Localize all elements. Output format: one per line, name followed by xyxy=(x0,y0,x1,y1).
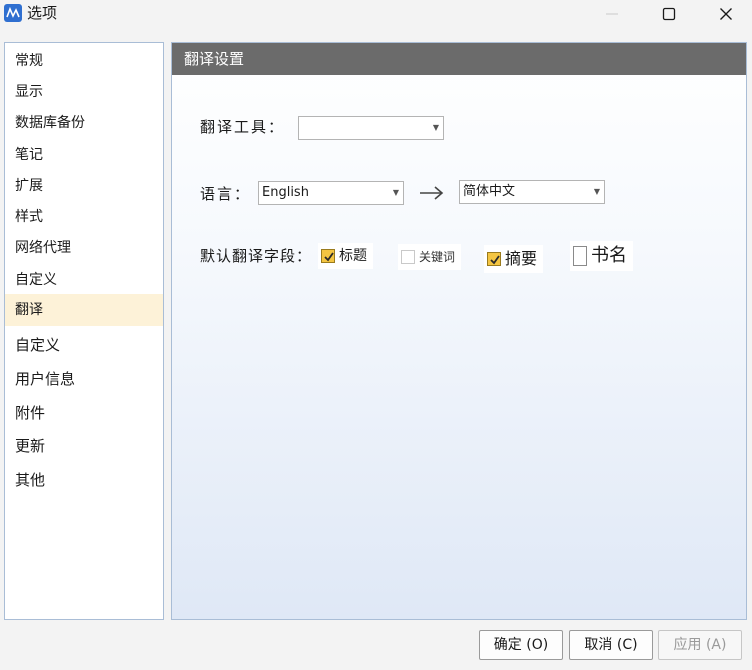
chevron-down-icon: ▼ xyxy=(432,123,439,132)
apply-button[interactable]: 应用 (A) xyxy=(658,630,742,660)
checkbox-checked-icon xyxy=(487,252,501,266)
ok-button[interactable]: 确定 (O) xyxy=(479,630,563,660)
sidebar-item-user-info[interactable]: 用户信息 xyxy=(5,363,163,395)
checkbox-checked-icon xyxy=(321,249,335,263)
app-logo-icon xyxy=(4,4,22,22)
source-language-select[interactable]: English ▼ xyxy=(258,181,404,205)
fields-label: 默认翻译字段： xyxy=(200,247,313,265)
sidebar-item-translate[interactable]: 翻译 xyxy=(5,294,163,326)
checkbox-unchecked-icon xyxy=(401,250,415,264)
close-button[interactable] xyxy=(700,0,752,28)
minimize-icon xyxy=(606,13,618,15)
language-label: 语言： xyxy=(200,185,252,203)
maximize-button[interactable] xyxy=(643,0,695,28)
tool-label: 翻译工具： xyxy=(200,118,286,136)
chevron-down-icon: ▼ xyxy=(392,188,399,197)
sidebar-item-extensions[interactable]: 扩展 xyxy=(5,170,163,202)
field-booktitle-label: 书名 xyxy=(591,245,627,266)
minimize-button[interactable] xyxy=(586,0,638,28)
sidebar-item-attachments[interactable]: 附件 xyxy=(5,397,163,429)
field-abstract-checkbox[interactable]: 摘要 xyxy=(484,245,544,273)
sidebar-item-other[interactable]: 其他 xyxy=(5,464,163,496)
translation-tool-select[interactable]: ▼ xyxy=(298,116,444,140)
sidebar-item-display[interactable]: 显示 xyxy=(5,76,163,108)
chevron-down-icon: ▼ xyxy=(593,187,600,196)
source-language-value: English xyxy=(262,185,309,200)
sidebar-item-db-backup[interactable]: 数据库备份 xyxy=(5,107,163,139)
field-abstract-label: 摘要 xyxy=(505,249,538,268)
field-title-label: 标题 xyxy=(339,248,367,264)
field-keywords-checkbox[interactable]: 关键词 xyxy=(398,244,462,270)
title-bar: 选项 xyxy=(0,0,752,30)
sidebar-item-custom[interactable]: 自定义 xyxy=(5,264,163,296)
field-booktitle-checkbox[interactable]: 书名 xyxy=(570,241,633,271)
translation-settings-panel: 翻译设置 翻译工具： ▼ 语言： English ▼ 简体中文 ▼ 默认翻译字段… xyxy=(171,42,747,620)
sidebar-item-styles[interactable]: 样式 xyxy=(5,201,163,233)
close-icon xyxy=(720,8,732,20)
field-keywords-label: 关键词 xyxy=(419,250,456,264)
sidebar-item-proxy[interactable]: 网络代理 xyxy=(5,232,163,264)
panel-title: 翻译设置 xyxy=(172,43,746,75)
settings-sidebar: 常规 显示 数据库备份 笔记 扩展 样式 网络代理 自定义 翻译 自定义 用户信… xyxy=(4,42,164,620)
maximize-icon xyxy=(662,7,676,21)
window-title: 选项 xyxy=(27,4,58,22)
checkbox-unchecked-icon xyxy=(573,246,587,266)
arrow-right-icon xyxy=(418,181,446,209)
sidebar-item-notes[interactable]: 笔记 xyxy=(5,139,163,171)
sidebar-item-update[interactable]: 更新 xyxy=(5,430,163,462)
sidebar-item-custom-2[interactable]: 自定义 xyxy=(5,329,163,361)
sidebar-item-general[interactable]: 常规 xyxy=(5,45,163,77)
field-title-checkbox[interactable]: 标题 xyxy=(318,243,373,269)
target-language-select[interactable]: 简体中文 ▼ xyxy=(459,180,605,204)
cancel-button[interactable]: 取消 (C) xyxy=(569,630,653,660)
target-language-value: 简体中文 xyxy=(463,184,516,199)
